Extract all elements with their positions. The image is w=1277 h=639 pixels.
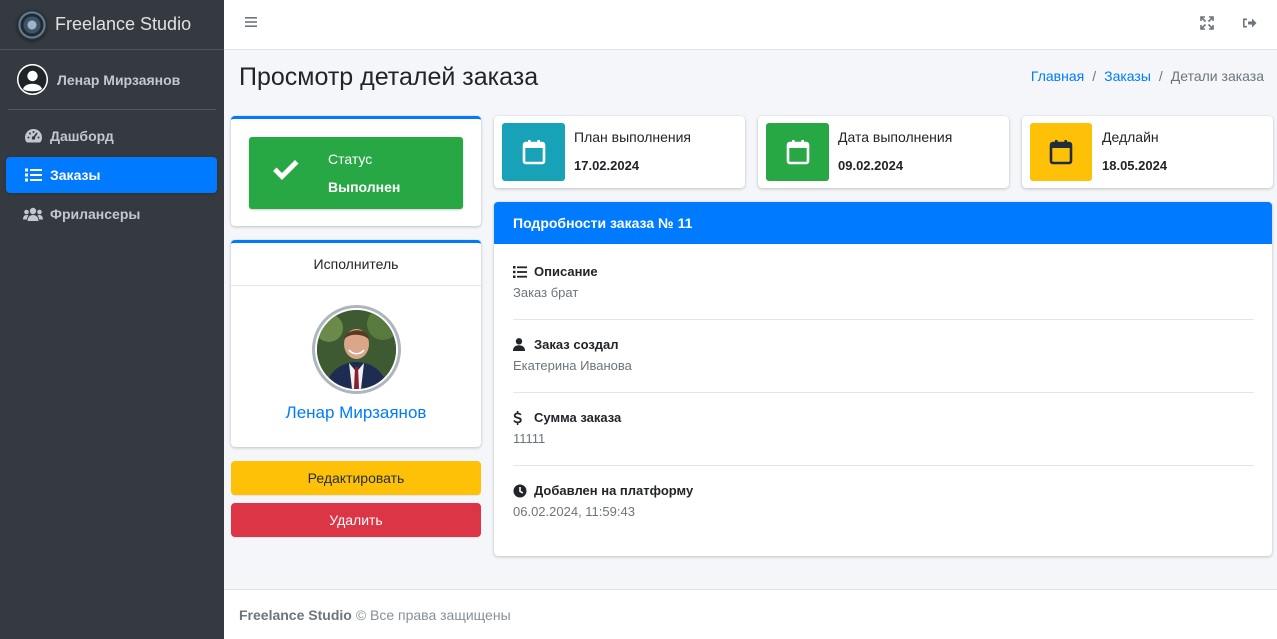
list-icon [23, 166, 43, 184]
main-sidebar: Freelance Studio Ленар Мирзаянов Дашборд… [0, 0, 224, 639]
sidebar-item-label: Заказы [50, 167, 101, 183]
status-value: Выполнен [328, 179, 401, 195]
brand-logo [17, 9, 47, 40]
detail-label: Описание [534, 264, 598, 279]
executor-avatar[interactable] [312, 305, 401, 394]
detail-label: Добавлен на платформу [534, 483, 694, 498]
breadcrumb-home[interactable]: Главная [1031, 68, 1084, 84]
users-icon [23, 205, 43, 223]
calendar-icon [766, 123, 829, 181]
detail-label: Заказ создал [534, 337, 619, 352]
breadcrumb: Главная / Заказы / Детали заказа [1031, 68, 1264, 84]
executor-name-link[interactable]: Ленар Мирзаянов [231, 403, 481, 423]
sidebar-item-label: Дашборд [50, 128, 114, 144]
sidebar-item-freelancers[interactable]: Фрилансеры [6, 196, 217, 232]
info-box-label: Дата выполнения [838, 129, 953, 145]
detail-created-by: Заказ создал Екатерина Иванова [513, 337, 1254, 373]
check-icon [271, 157, 301, 186]
menu-toggle-icon[interactable] [244, 15, 260, 33]
info-box-value: 17.02.2024 [574, 158, 640, 173]
info-box-label: План выполнения [574, 129, 692, 145]
sidebar-item-dashboard[interactable]: Дашборд [6, 118, 217, 154]
status-label: Статус [328, 151, 373, 167]
status-card: Статус Выполнен [231, 116, 481, 226]
details-header: Подробности заказа № 11 [494, 202, 1272, 244]
order-number: 11 [677, 215, 693, 231]
footer-brand: Freelance Studio [239, 606, 352, 623]
sidebar-nav: Дашборд Заказы Фрилансеры [0, 118, 224, 232]
breadcrumb-separator: / [1092, 68, 1097, 84]
edit-button[interactable]: Редактировать [231, 461, 481, 495]
calendar-icon [502, 123, 565, 181]
detail-value: Заказ брат [513, 285, 579, 300]
user-name: Ленар Мирзаянов [57, 71, 181, 88]
page-title: Просмотр деталей заказа [239, 63, 539, 91]
calendar-icon [1030, 123, 1092, 181]
detail-value: 11111 [513, 431, 546, 446]
logout-icon[interactable] [1242, 16, 1258, 32]
footer-copyright: © Все права защищены [355, 606, 511, 623]
user-icon [513, 338, 528, 352]
divider [513, 392, 1254, 393]
detail-description: Описание Заказ брат [513, 264, 1254, 300]
executor-header: Исполнитель [231, 243, 481, 286]
detail-amount: Сумма заказа 11111 [513, 410, 1254, 446]
brand-name: Freelance Studio [55, 14, 192, 34]
list-icon [513, 265, 528, 279]
detail-value: Екатерина Иванова [513, 358, 632, 373]
info-box-label: Дедлайн [1102, 129, 1159, 145]
user-avatar-icon [17, 64, 48, 95]
status-box: Статус Выполнен [249, 137, 463, 209]
info-box-value: 09.02.2024 [838, 158, 904, 173]
order-details-card: Подробности заказа № 11 Описание Заказ б… [494, 202, 1272, 556]
info-box-plan: План выполнения 17.02.2024 [494, 116, 745, 188]
info-box-deadline: Дедлайн 18.05.2024 [1022, 116, 1273, 188]
detail-value: 06.02.2024, 11:59:43 [513, 504, 635, 519]
delete-button[interactable]: Удалить [231, 503, 481, 537]
dollar-icon [513, 410, 528, 425]
divider [513, 319, 1254, 320]
detail-label: Сумма заказа [534, 410, 622, 425]
breadcrumb-separator: / [1158, 68, 1163, 84]
top-navbar [224, 0, 1277, 50]
sidebar-item-orders[interactable]: Заказы [6, 157, 217, 193]
info-box-completed: Дата выполнения 09.02.2024 [758, 116, 1009, 188]
info-box-value: 18.05.2024 [1102, 158, 1168, 173]
breadcrumb-orders[interactable]: Заказы [1104, 68, 1151, 84]
detail-added: Добавлен на платформу 06.02.2024, 11:59:… [513, 483, 1254, 519]
details-title: Подробности заказа № [513, 215, 674, 231]
breadcrumb-current: Детали заказа [1170, 68, 1264, 84]
brand-link[interactable]: Freelance Studio [0, 0, 224, 50]
sidebar-item-label: Фрилансеры [50, 206, 141, 222]
clock-icon [513, 484, 528, 498]
executor-card: Исполнитель Ленар Мирзаянов [231, 240, 481, 447]
divider [513, 465, 1254, 466]
footer: Freelance Studio © Все права защищены [224, 589, 1277, 639]
tachometer-icon [23, 127, 43, 145]
user-panel[interactable]: Ленар Мирзаянов [8, 50, 216, 110]
fullscreen-icon[interactable] [1200, 16, 1216, 32]
